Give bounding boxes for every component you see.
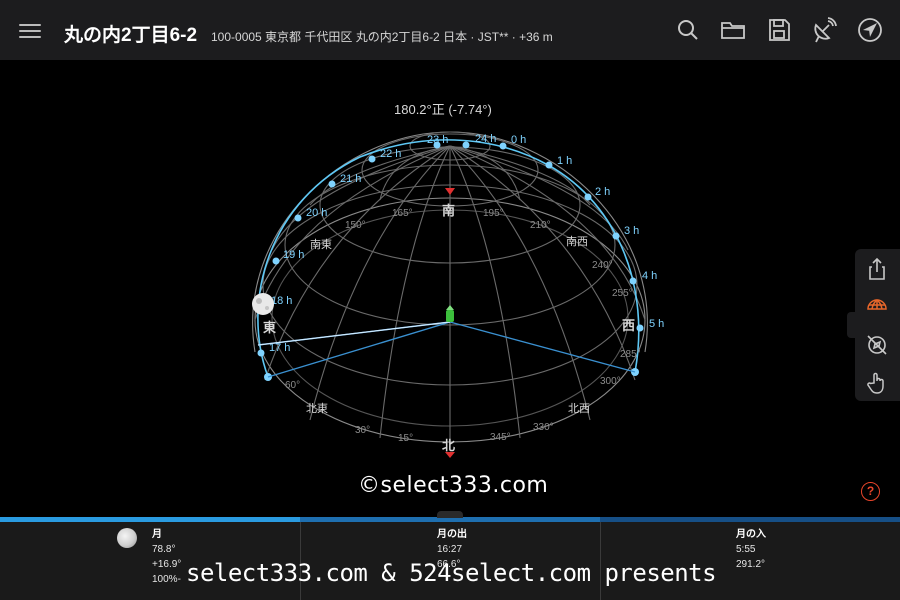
time-bar-left[interactable] <box>0 517 300 522</box>
hour-label: 0 h <box>511 134 526 146</box>
azimuth-readout: 180.2°正 (-7.74°) <box>394 102 492 117</box>
hour-label: 24 h <box>475 133 496 145</box>
direction-northeast: 北東 <box>306 402 328 415</box>
sky-dome-view[interactable]: 23 h 24 h 0 h 22 h 1 h 21 h 2 h 20 h 3 h… <box>0 60 900 518</box>
search-icon[interactable] <box>675 17 701 43</box>
moonset-info: 月の入 5:55 291.2° <box>736 529 766 570</box>
navigate-arrow-icon[interactable] <box>857 17 883 43</box>
direction-west: 西 <box>622 319 635 334</box>
svg-text:210°: 210° <box>530 220 551 231</box>
svg-text:165°: 165° <box>392 208 413 219</box>
hour-label: 21 h <box>340 173 361 185</box>
hour-label: 4 h <box>642 270 657 282</box>
moon-thumbnail-icon <box>117 528 137 548</box>
moon-path-line <box>257 139 640 378</box>
side-panel <box>855 249 900 401</box>
compass-off-icon[interactable] <box>865 333 889 357</box>
hour-label: 2 h <box>595 186 610 198</box>
hour-label: 5 h <box>649 318 664 330</box>
share-icon[interactable] <box>865 257 889 281</box>
top-bar: 丸の内2丁目6-2 100-0005 東京都 千代田区 丸の内2丁目6-2 日本… <box>0 0 900 60</box>
side-panel-tab[interactable] <box>847 312 855 338</box>
svg-text:15°: 15° <box>398 433 413 444</box>
svg-text:330°: 330° <box>533 422 554 433</box>
south-marker <box>445 188 455 195</box>
drag-handle[interactable] <box>437 511 463 518</box>
moon-info: 月 78.8° +16.9° 100%- <box>152 529 182 585</box>
watermark-bottom: select333.com & 524select.com presents <box>186 559 717 587</box>
place-title: 丸の内2丁目6-2 <box>64 25 198 46</box>
globe-grid-icon[interactable] <box>865 293 889 317</box>
svg-text:150°: 150° <box>345 220 366 231</box>
time-bar-right[interactable] <box>600 517 900 522</box>
direction-east: 東 <box>263 320 276 336</box>
svg-text:285°: 285° <box>620 349 641 360</box>
hour-label: 20 h <box>306 207 327 219</box>
celestial-hemisphere: 23 h 24 h 0 h 22 h 1 h 21 h 2 h 20 h 3 h… <box>252 131 664 458</box>
hour-label: 22 h <box>380 148 401 160</box>
svg-text:345°: 345° <box>490 432 511 443</box>
direction-south: 南 <box>442 203 455 219</box>
observer-marker <box>446 305 454 322</box>
satellite-dish-icon[interactable] <box>811 17 837 43</box>
direction-northwest: 北西 <box>568 402 590 415</box>
moon-icon <box>252 293 274 315</box>
north-marker <box>445 452 455 458</box>
direction-north: 北 <box>442 439 455 454</box>
hour-label: 1 h <box>557 155 572 167</box>
svg-text:60°: 60° <box>285 380 300 391</box>
watermark-center: ©select333.com <box>358 473 549 498</box>
svg-text:300°: 300° <box>600 376 621 387</box>
hand-pointer-icon[interactable] <box>865 371 889 395</box>
hour-label: 18 h <box>271 295 292 307</box>
direction-southwest: 南西 <box>566 235 588 248</box>
hour-label: 3 h <box>624 225 639 237</box>
svg-text:255°: 255° <box>612 288 633 299</box>
menu-icon[interactable] <box>19 24 41 38</box>
svg-text:195°: 195° <box>483 208 504 219</box>
save-icon[interactable] <box>766 17 792 43</box>
help-button[interactable]: ? <box>861 482 880 501</box>
svg-text:240°: 240° <box>592 260 613 271</box>
folder-icon[interactable] <box>720 17 746 43</box>
hour-label: 23 h <box>427 134 448 146</box>
hour-label: 19 h <box>283 249 304 261</box>
direction-southeast: 南東 <box>310 238 332 251</box>
svg-text:30°: 30° <box>355 425 370 436</box>
place-address: 100-0005 東京都 千代田区 丸の内2丁目6-2 日本 · JST** ·… <box>211 30 553 44</box>
